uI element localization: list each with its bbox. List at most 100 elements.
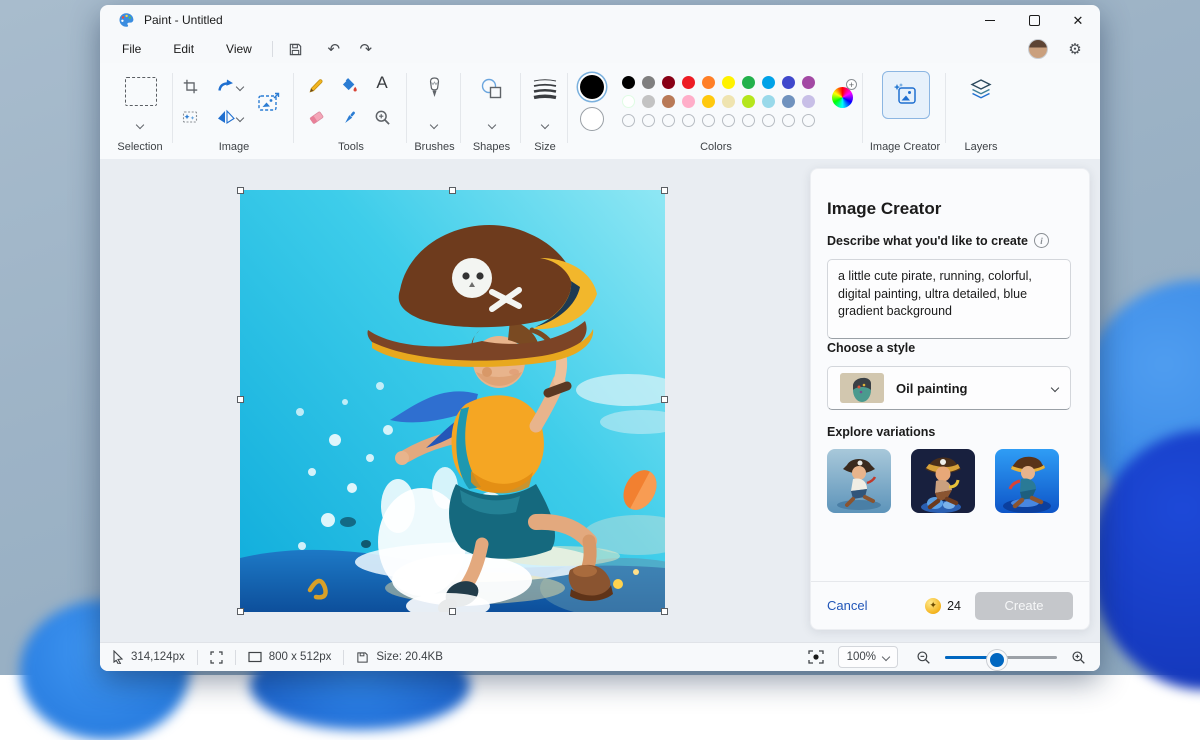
selection-handle[interactable] [449, 608, 456, 615]
create-button[interactable]: Create [975, 591, 1073, 620]
ribbon-group-size: Size [523, 63, 567, 158]
selection-handle[interactable] [449, 187, 456, 194]
chevron-down-icon[interactable] [429, 115, 439, 133]
palette-swatch[interactable] [702, 95, 715, 108]
palette-swatch[interactable] [802, 76, 815, 89]
crop-icon[interactable] [179, 75, 201, 97]
palette-empty-slot[interactable] [622, 114, 635, 127]
settings-gear-icon[interactable]: ⚙ [1062, 38, 1088, 60]
cursor-icon [113, 650, 124, 664]
rotate-icon[interactable] [211, 75, 245, 97]
prompt-input[interactable]: a little cute pirate, running, colorful,… [827, 259, 1071, 339]
ribbon: Selection Image A Tools Brushes Shapes S… [100, 63, 1100, 160]
palette-swatch[interactable] [622, 76, 635, 89]
undo-icon[interactable]: ↶ [321, 38, 347, 60]
variation-thumbnail-2[interactable] [911, 449, 975, 513]
palette-swatch[interactable] [782, 76, 795, 89]
text-tool-icon[interactable]: A [370, 71, 394, 95]
palette-empty-slot[interactable] [682, 114, 695, 127]
magnifier-tool-icon[interactable] [370, 105, 394, 129]
palette-swatch[interactable] [762, 95, 775, 108]
selection-tool[interactable] [125, 77, 157, 106]
pencil-icon[interactable] [304, 73, 328, 97]
brush-icon[interactable] [423, 75, 445, 101]
palette-swatch[interactable] [622, 95, 635, 108]
variation-thumbnail-3[interactable] [995, 449, 1059, 513]
remove-background-icon[interactable] [179, 106, 201, 128]
chevron-down-icon[interactable] [235, 113, 245, 123]
add-color-plus-icon[interactable]: + [846, 79, 857, 90]
flip-icon[interactable] [211, 106, 245, 128]
group-label: Tools [338, 141, 364, 153]
palette-swatch[interactable] [722, 76, 735, 89]
close-button[interactable]: ✕ [1056, 5, 1100, 35]
color-picker-icon[interactable] [337, 105, 361, 129]
palette-swatch[interactable] [662, 95, 675, 108]
selection-handle[interactable] [661, 396, 668, 403]
fit-to-screen[interactable] [807, 650, 824, 664]
palette-empty-slot[interactable] [702, 114, 715, 127]
palette-swatch[interactable] [802, 95, 815, 108]
palette-empty-slot[interactable] [722, 114, 735, 127]
selection-handle[interactable] [237, 396, 244, 403]
palette-swatch[interactable] [682, 76, 695, 89]
menu-view[interactable]: View [216, 38, 262, 60]
palette-empty-slot[interactable] [762, 114, 775, 127]
image-creator-button[interactable] [882, 71, 930, 119]
minimize-button[interactable] [968, 5, 1012, 35]
line-size-icon[interactable] [531, 77, 559, 101]
eraser-icon[interactable] [304, 105, 328, 129]
cancel-button[interactable]: Cancel [827, 598, 867, 613]
palette-empty-slot[interactable] [802, 114, 815, 127]
avatar[interactable] [1028, 39, 1048, 59]
palette-empty-slot[interactable] [662, 114, 675, 127]
selection-handle[interactable] [661, 187, 668, 194]
palette-swatch[interactable] [762, 76, 775, 89]
layers-icon[interactable] [968, 77, 994, 103]
chevron-down-icon[interactable] [540, 115, 550, 133]
selection-handle[interactable] [237, 187, 244, 194]
zoom-slider-thumb[interactable] [987, 649, 1008, 670]
redo-icon[interactable]: ↷ [353, 38, 379, 60]
palette-empty-slot[interactable] [742, 114, 755, 127]
group-label: Shapes [472, 141, 511, 153]
style-dropdown[interactable]: Oil painting [827, 366, 1071, 410]
save-icon[interactable] [283, 38, 309, 60]
palette-swatch[interactable] [642, 76, 655, 89]
info-icon[interactable]: i [1033, 233, 1049, 248]
resize-image-icon[interactable] [255, 89, 283, 117]
palette-empty-slot[interactable] [642, 114, 655, 127]
zoom-slider[interactable] [945, 649, 1057, 670]
zoom-level-dropdown[interactable]: 100% [837, 646, 898, 668]
palette-swatch[interactable] [782, 95, 795, 108]
edit-colors-wheel-icon[interactable] [832, 87, 853, 108]
foreground-color-swatch[interactable] [580, 75, 604, 99]
selection-handle[interactable] [661, 608, 668, 615]
selection-handle[interactable] [237, 608, 244, 615]
credits-count: 24 [947, 598, 961, 613]
palette-swatch[interactable] [662, 76, 675, 89]
chevron-down-icon[interactable] [487, 115, 497, 133]
group-label: Layers [964, 141, 998, 153]
palette-swatch[interactable] [702, 76, 715, 89]
palette-swatch[interactable] [722, 95, 735, 108]
palette-swatch[interactable] [642, 95, 655, 108]
background-color-swatch[interactable] [580, 107, 604, 131]
variation-thumbnail-1[interactable] [827, 449, 891, 513]
zoom-out[interactable] [916, 650, 931, 665]
canvas-image[interactable] [240, 190, 665, 612]
palette-swatch[interactable] [682, 95, 695, 108]
fill-bucket-icon[interactable] [337, 73, 361, 97]
shapes-icon[interactable] [479, 77, 505, 101]
palette-empty-slot[interactable] [782, 114, 795, 127]
chevron-down-icon[interactable] [235, 82, 245, 92]
menu-edit[interactable]: Edit [163, 38, 204, 60]
maximize-button[interactable] [1012, 5, 1056, 35]
palette-swatch[interactable] [742, 95, 755, 108]
palette-swatch[interactable] [742, 76, 755, 89]
describe-label: Describe what you'd like to create i [827, 233, 1073, 248]
zoom-in[interactable] [1071, 650, 1086, 665]
canvas[interactable] [237, 187, 668, 615]
menu-file[interactable]: File [112, 38, 151, 60]
chevron-down-icon[interactable] [135, 115, 145, 133]
